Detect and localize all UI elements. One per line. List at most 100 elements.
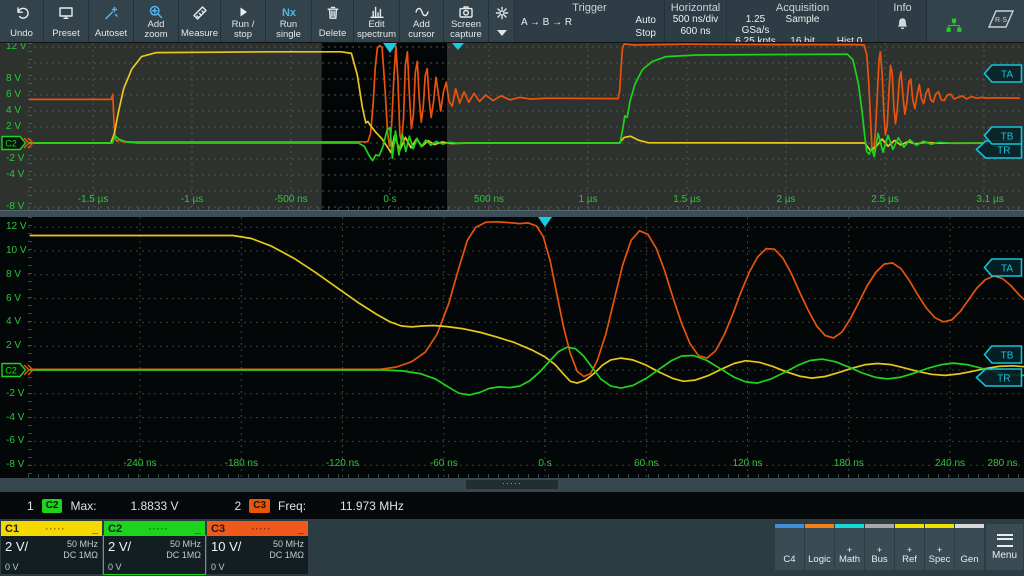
channel-body[interactable]: 10 V/50 MHzDC 1MΩ0 V: [207, 536, 308, 574]
measure-icon: [192, 4, 208, 21]
toolbar-button-add-zoom[interactable]: Add zoom: [134, 0, 179, 42]
signal-color-stripe: [805, 524, 834, 528]
channel-body[interactable]: 2 V/50 MHzDC 1MΩ0 V: [104, 536, 205, 574]
toolbar-button-autoset[interactable]: Autoset: [89, 0, 134, 42]
toolbar-button-label: Preset: [52, 29, 79, 39]
spectrum-icon: [369, 4, 385, 20]
sine-cursor-icon: [414, 4, 430, 20]
channel-header[interactable]: C2·····_: [104, 521, 205, 536]
toolbar-button-add-cursor[interactable]: Add cursor: [400, 0, 444, 42]
toolbar-button-delete[interactable]: Delete: [312, 0, 354, 42]
measurement-result-2[interactable]: 2C3Freq:11.973 MHz: [235, 499, 460, 513]
minimize-icon[interactable]: _: [92, 523, 98, 535]
trigger-sequence: A → B → R: [521, 17, 572, 28]
signal-color-stripe: [835, 524, 864, 528]
trace-c1: [30, 236, 1024, 384]
signal-button-label: Math: [839, 554, 860, 565]
voltage-tick-label: 4 V: [6, 316, 21, 327]
signal-button-logic[interactable]: Logic: [805, 524, 834, 570]
info-group[interactable]: Info: [879, 0, 927, 42]
signal-button-spec[interactable]: +Spec: [925, 524, 954, 570]
zoom-waveform-diagram[interactable]: 12 V10 V8 V6 V4 V2 V-2 V-4 V-6 V-8 V-240…: [0, 217, 1024, 478]
channel-offset-marker-c2[interactable]: C2: [1, 135, 36, 156]
measurement-value: 1.8833 V: [131, 499, 179, 513]
plus-icon: +: [907, 546, 912, 554]
signal-button-label: Gen: [961, 554, 979, 565]
signal-button-label: Logic: [808, 554, 831, 565]
svg-text:TA: TA: [1001, 264, 1013, 275]
svg-text:C2: C2: [5, 139, 17, 149]
voltage-tick-label: -4 V: [6, 169, 24, 180]
delete-icon: [325, 4, 341, 21]
trigger-settings-group[interactable]: Trigger A → B → R Auto Stop: [515, 0, 665, 42]
channel-widget-c1[interactable]: C1·····_2 V/50 MHzDC 1MΩ0 V: [1, 521, 102, 574]
measurement-results-row[interactable]: 1C2Max:1.8833 V2C3Freq:11.973 MHz: [0, 492, 1024, 519]
time-tick-label: -1 µs: [181, 194, 203, 205]
toolbar-button-preset[interactable]: Preset: [44, 0, 89, 42]
minimize-icon[interactable]: _: [298, 523, 304, 535]
toolbar-button-screen-capture[interactable]: Screen capture: [444, 0, 489, 42]
toolbar-button-run-stop[interactable]: Run / stop: [221, 0, 266, 42]
toolbar-button-edit-spectrum[interactable]: Edit spectrum: [354, 0, 400, 42]
menu-button[interactable]: Menu: [986, 524, 1023, 570]
time-tick-label: 2.5 µs: [871, 194, 898, 205]
voltage-tick-label: 10 V: [6, 245, 27, 256]
measurement-result-1[interactable]: 1C2Max:1.8833 V: [27, 499, 235, 513]
channel-body[interactable]: 2 V/50 MHzDC 1MΩ0 V: [1, 536, 102, 574]
trigger-level-tag-tb[interactable]: TB: [983, 344, 1023, 370]
voltage-tick-label: 6 V: [6, 89, 21, 100]
trigger-level-tag-ta[interactable]: TA: [983, 63, 1023, 89]
toolbar: Undo Preset AutosetAdd zoomMeasureRun / st…: [0, 0, 1024, 42]
drag-handle-icon: ·····: [225, 525, 298, 533]
minimize-icon[interactable]: _: [195, 523, 201, 535]
acquisition-settings-group[interactable]: Acquisition 1.25 GSa/s Sample 6.25 kpts …: [727, 0, 879, 42]
trigger-level-tag-tr[interactable]: TR: [975, 367, 1023, 393]
horizontal-scale: 500 ns/div: [670, 14, 721, 26]
diagram-splitter[interactable]: [0, 210, 1024, 217]
channel-offset-marker-c2[interactable]: C2: [1, 362, 36, 383]
time-tick-label: -500 ns: [274, 194, 307, 205]
notification-bell-icon[interactable]: [884, 15, 921, 36]
waveform-plot: [0, 43, 1024, 211]
signal-button-label: Spec: [929, 554, 951, 565]
voltage-tick-label: 8 V: [6, 73, 21, 84]
signal-button-ref[interactable]: +Ref: [895, 524, 924, 570]
voltage-tick-label: 6 V: [6, 293, 21, 304]
toolbar-button-measure[interactable]: Measure: [179, 0, 221, 42]
channel-widget-c3[interactable]: C3·····_10 V/50 MHzDC 1MΩ0 V: [207, 521, 308, 574]
channel-widget-c2[interactable]: C2·····_2 V/50 MHzDC 1MΩ0 V: [104, 521, 205, 574]
trigger-level-tag-ta[interactable]: TA: [983, 257, 1023, 283]
toolbar-button-label: Undo: [10, 29, 33, 39]
time-tick-label: -60 ns: [430, 458, 458, 469]
zoom-region-handle[interactable]: [452, 43, 464, 50]
scrollbar-thumb[interactable]: ·····: [466, 480, 558, 489]
toolbar-button-run-single[interactable]: NxRun single: [266, 0, 312, 42]
trigger-position-marker[interactable]: [538, 217, 552, 227]
horizontal-scrollbar[interactable]: ·····: [0, 478, 1024, 492]
signal-button-math[interactable]: +Math: [835, 524, 864, 570]
overview-waveform-diagram[interactable]: 12 V8 V6 V4 V2 V-2 V-4 V-8 V-1.5 µs-1 µs…: [0, 42, 1024, 211]
svg-text:TB: TB: [1001, 132, 1014, 143]
voltage-tick-label: 8 V: [6, 269, 21, 280]
signal-button-gen[interactable]: Gen: [955, 524, 984, 570]
horizontal-settings-group[interactable]: Horizontal 500 ns/div 600 ns: [665, 0, 727, 42]
channel-header[interactable]: C1·····_: [1, 521, 102, 536]
trigger-level-tag-tb[interactable]: TB: [983, 125, 1023, 151]
horizontal-group-title: Horizontal: [670, 2, 721, 14]
signal-button-bus[interactable]: +Bus: [865, 524, 894, 570]
time-tick-label: 240 ns: [935, 458, 965, 469]
toolbar-button-label: Measure: [181, 29, 218, 39]
signal-button-c4[interactable]: C4: [775, 524, 804, 570]
toolbar-button-undo[interactable]: Undo: [0, 0, 44, 42]
acquisition-mode: Sample: [779, 14, 826, 36]
trace-c2: [30, 347, 1024, 395]
channel-id-label: C2: [108, 523, 122, 535]
time-tick-label: 2 µs: [776, 194, 795, 205]
channel-offset: 0 V: [108, 562, 122, 572]
autoset-icon: [103, 4, 119, 21]
measurement-source-badge: C3: [249, 499, 270, 513]
trigger-position-marker[interactable]: [383, 43, 397, 53]
toolbar-settings-button[interactable]: [489, 0, 515, 42]
channel-header[interactable]: C3·····_: [207, 521, 308, 536]
chevron-down-icon: [497, 30, 507, 36]
